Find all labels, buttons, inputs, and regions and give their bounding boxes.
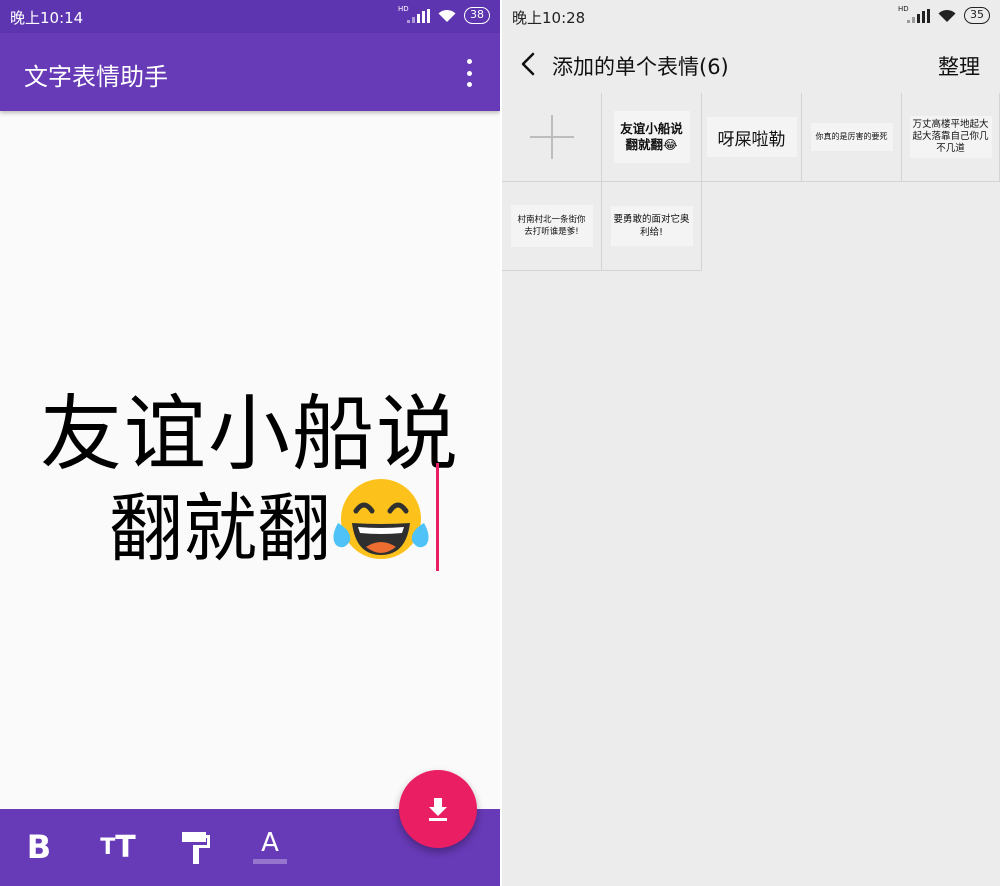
signal-icon: HD [898, 5, 930, 23]
download-button[interactable] [399, 770, 477, 848]
sticker-item[interactable]: 村南村北一条街你去打听谁是爹! [502, 182, 602, 271]
app-title: 文字表情助手 [24, 63, 168, 91]
text-color-button[interactable]: A [252, 827, 288, 867]
page-title: 添加的单个表情(6) [552, 55, 729, 79]
sticker-text: 要勇敢的面对它奥利给! [610, 206, 693, 246]
text-size-big-icon: T [115, 829, 136, 865]
status-time: 晚上10:14 [10, 9, 84, 27]
sticker-text: 你真的是厉害的要死 [810, 123, 893, 151]
sticker-text: 村南村北一条街你去打听谁是爹! [510, 205, 593, 247]
paint-roller-button[interactable] [180, 827, 212, 867]
sticker-item[interactable]: 友谊小船说翻就翻😂 [602, 93, 702, 182]
signal-icon: HD [398, 5, 430, 23]
sticker-text: 呀屎啦勒 [706, 117, 797, 157]
sticker-item[interactable]: 要勇敢的面对它奥利给! [602, 182, 702, 271]
text-color-swatch [253, 859, 287, 864]
text-cursor [436, 463, 439, 571]
sticker-item[interactable]: 万丈高楼平地起大起大落靠自己你几不几道 [902, 93, 1000, 182]
right-screen: 晚上10:28 HD 35 添加的单个表情(6) 整理 友谊小船说翻就翻😂 呀屎… [502, 0, 1000, 886]
status-bar: 晚上10:14 HD 38 [0, 0, 500, 33]
sticker-text: 万丈高楼平地起大起大落靠自己你几不几道 [909, 116, 992, 158]
wifi-icon [938, 9, 956, 22]
text-size-small-icon: T [100, 834, 116, 860]
app-bar: 文字表情助手 [0, 33, 500, 111]
page-header: 添加的单个表情(6) 整理 [502, 33, 1000, 93]
organize-button[interactable]: 整理 [938, 51, 980, 81]
battery-indicator: 35 [964, 7, 990, 24]
status-icons: HD 38 [398, 5, 490, 24]
bold-button[interactable]: B [24, 827, 54, 867]
status-time: 晚上10:28 [512, 9, 586, 27]
sticker-item[interactable]: 你真的是厉害的要死 [802, 93, 902, 182]
download-icon [429, 798, 447, 821]
battery-indicator: 38 [464, 7, 490, 24]
status-icons: HD 35 [898, 5, 990, 24]
paint-roller-icon [182, 832, 210, 864]
status-bar: 晚上10:28 HD 35 [502, 0, 1000, 33]
more-vert-icon[interactable] [464, 59, 474, 87]
chevron-left-icon[interactable] [518, 51, 538, 77]
face-with-tears-of-joy-icon [333, 479, 429, 559]
add-sticker-button[interactable] [502, 93, 602, 182]
text-canvas[interactable]: 友谊小船说 翻就翻 [0, 111, 500, 809]
plus-icon [529, 115, 574, 159]
left-screen: 晚上10:14 HD 38 文字表情助手 友谊小船说 翻就翻 B T T A [0, 0, 500, 886]
sticker-item[interactable]: 呀屎啦勒 [702, 93, 802, 182]
text-color-icon: A [261, 828, 279, 858]
sticker-text: 友谊小船说翻就翻😂 [613, 111, 690, 163]
wifi-icon [438, 9, 456, 22]
text-size-button[interactable]: TT [98, 827, 138, 867]
